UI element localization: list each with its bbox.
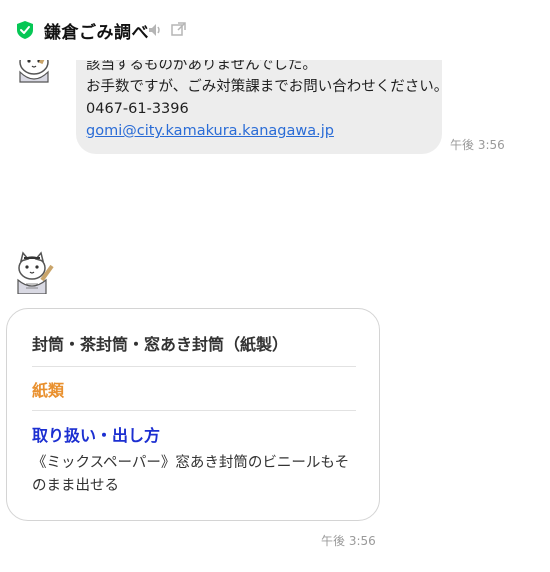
category-label: 紙類 (32, 381, 65, 400)
email-link[interactable]: gomi@city.kamakura.kanagawa.jp (86, 123, 334, 139)
message-timestamp: 午後 3:56 (321, 534, 376, 548)
item-name: 封筒・茶封筒・窓あき封筒（紙製） (32, 335, 289, 354)
popout-icon[interactable] (171, 22, 186, 37)
chat-title: 鎌倉ごみ調べ (44, 23, 149, 43)
divider (32, 410, 356, 411)
cat-mascot-icon (17, 251, 54, 294)
message-timestamp: 午後 3:56 (450, 138, 505, 152)
divider (32, 366, 356, 367)
phone-number: 0467-61-3396 (86, 101, 189, 117)
chat-header: 鎌倉ごみ調べ (0, 0, 550, 60)
message-line: お手数ですが、ごみ対策課までお問い合わせください。 (86, 79, 449, 95)
result-card: 封筒・茶封筒・窓あき封筒（紙製） 紙類 取り扱い・出し方 《ミックスペーパー》窓… (6, 308, 380, 521)
handling-text: 《ミックスペーパー》窓あき封筒のビニールもそのまま出せる (32, 455, 350, 494)
speaker-icon[interactable] (147, 22, 163, 38)
verified-shield-icon (17, 21, 33, 39)
chat-area: 該当するものがありませんでした。 お手数ですが、ごみ対策課までお問い合わせくださ… (0, 0, 550, 572)
handling-heading: 取り扱い・出し方 (32, 426, 161, 445)
bot-avatar[interactable] (12, 250, 56, 294)
